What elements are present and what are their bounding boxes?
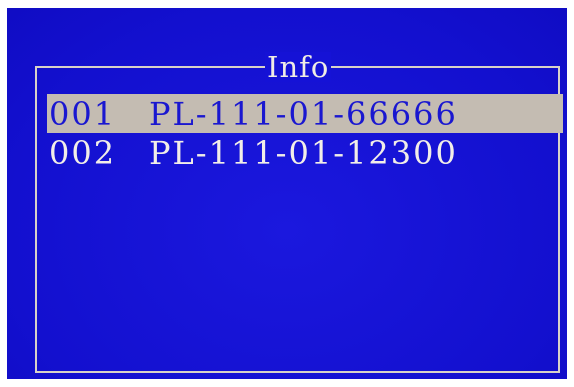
list-item-index: 002 — [49, 134, 117, 172]
list-item-code: PL-111-01-12300 — [149, 134, 458, 172]
list-item[interactable]: 002 PL-111-01-12300 — [47, 133, 563, 173]
lcd-screen: Info 001 PL-111-01-66666 002 PL-111-01-1… — [7, 8, 567, 379]
dialog-title: Info — [265, 50, 332, 84]
info-list: 001 PL-111-01-66666 002 PL-111-01-12300 — [47, 94, 563, 173]
list-item-code: PL-111-01-66666 — [149, 94, 458, 133]
list-item[interactable]: 001 PL-111-01-66666 — [47, 94, 563, 133]
list-item-index: 001 — [49, 94, 117, 133]
